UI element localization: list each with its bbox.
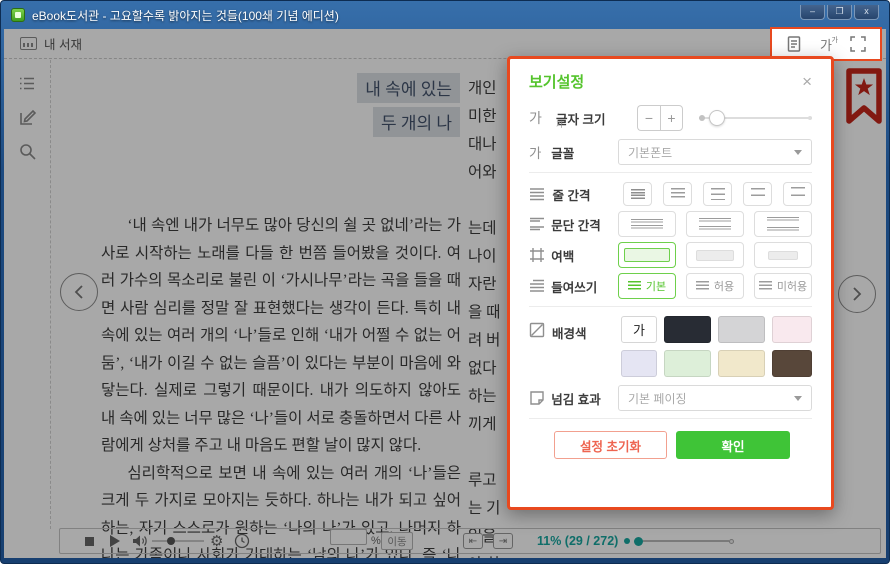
panel-title: 보기설정	[529, 71, 584, 92]
margin-icon	[529, 247, 551, 263]
font-size-minus-button[interactable]: −	[637, 105, 660, 131]
indent-option-allow[interactable]: 허용	[686, 273, 744, 299]
line-spacing-option-3[interactable]	[703, 182, 732, 206]
paragraph-spacing-label: 문단 간격	[551, 215, 618, 234]
indent-option-default[interactable]: 기본	[618, 273, 676, 299]
font-family-icon: 가	[529, 142, 551, 162]
line-spacing-option-1[interactable]	[623, 182, 652, 206]
line-spacing-option-5[interactable]	[783, 182, 812, 206]
panel-close-icon[interactable]: ×	[802, 73, 812, 90]
view-settings-icon[interactable]	[784, 34, 804, 54]
paragraph-spacing-option-1[interactable]	[618, 211, 676, 237]
page-effect-icon	[529, 390, 551, 406]
app-logo-icon	[11, 8, 25, 22]
bg-swatch-gray[interactable]	[718, 316, 765, 343]
paragraph-spacing-icon	[529, 216, 551, 232]
reset-settings-button[interactable]: 설정 초기화	[554, 431, 667, 459]
maximize-button[interactable]: ❐	[827, 5, 852, 20]
bg-swatch-brown[interactable]	[772, 350, 812, 377]
bg-swatch-dark[interactable]	[664, 316, 711, 343]
font-family-label: 글꼴	[551, 143, 618, 162]
line-spacing-label: 줄 간격	[553, 185, 624, 204]
bg-swatch-lavender[interactable]	[621, 350, 657, 377]
background-color-swatches: 가	[621, 316, 812, 377]
title-bar: eBook도서관 - 고요할수록 밝아지는 것들(100쇄 기념 에디션) – …	[1, 1, 889, 29]
margin-option-1[interactable]	[618, 242, 676, 268]
bg-swatch-green[interactable]	[664, 350, 711, 377]
background-color-icon	[529, 322, 552, 338]
line-spacing-option-2[interactable]	[663, 182, 692, 206]
paragraph-spacing-option-2[interactable]	[686, 211, 744, 237]
confirm-button[interactable]: 확인	[676, 431, 790, 459]
font-size-stepper: − +	[637, 105, 683, 131]
font-size-icon: 가가	[529, 108, 556, 128]
margin-option-3[interactable]	[754, 242, 812, 268]
paragraph-spacing-option-3[interactable]	[754, 211, 812, 237]
bg-swatch-white[interactable]: 가	[621, 316, 657, 343]
indent-icon	[529, 278, 551, 294]
page-effect-dropdown[interactable]: 기본 페이징	[618, 385, 812, 411]
margin-option-2[interactable]	[686, 242, 744, 268]
bg-swatch-beige[interactable]	[718, 350, 765, 377]
font-size-label: 글자 크기	[556, 109, 637, 128]
font-size-slider[interactable]	[699, 108, 812, 128]
indent-label: 들여쓰기	[551, 277, 618, 296]
line-spacing-icon	[529, 186, 553, 202]
fullscreen-icon[interactable]	[848, 34, 868, 54]
app-window: eBook도서관 - 고요할수록 밝아지는 것들(100쇄 기념 에디션) – …	[0, 0, 890, 564]
close-button[interactable]: x	[854, 5, 879, 20]
font-size-plus-button[interactable]: +	[660, 105, 683, 131]
page-effect-label: 넘김 효과	[551, 389, 618, 408]
window-title: eBook도서관 - 고요할수록 밝아지는 것들(100쇄 기념 에디션)	[32, 7, 339, 24]
font-family-dropdown[interactable]: 기본폰트	[618, 139, 812, 165]
font-size-slider-handle[interactable]	[709, 110, 725, 126]
window-controls: – ❐ x	[800, 5, 879, 20]
view-settings-panel: 보기설정 × 가가 글자 크기 − + 가 글꼴	[507, 56, 834, 510]
margin-label: 여백	[551, 246, 618, 265]
minimize-button[interactable]: –	[800, 5, 825, 20]
chevron-down-icon	[794, 396, 802, 401]
font-settings-icon[interactable]: 가가	[816, 34, 836, 54]
background-color-label: 배경색	[552, 323, 621, 342]
line-spacing-option-4[interactable]	[743, 182, 772, 206]
bg-swatch-pink[interactable]	[772, 316, 812, 343]
chevron-down-icon	[794, 150, 802, 155]
indent-option-disallow[interactable]: 미허용	[754, 273, 812, 299]
